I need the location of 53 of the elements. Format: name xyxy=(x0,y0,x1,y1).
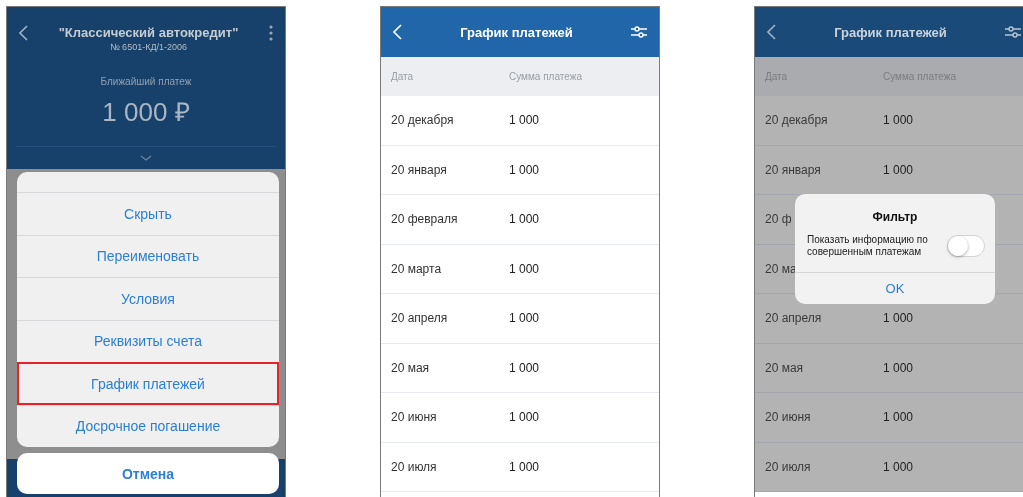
menu-item[interactable]: Скрыть xyxy=(17,192,279,235)
amount-cell: 1 000 xyxy=(509,162,540,177)
loan-title: "Классический автокредит" xyxy=(58,25,239,40)
amount-cell: 1 000 xyxy=(883,162,914,177)
date-cell-text: 20 мая xyxy=(764,360,805,375)
screen-title: График платежей xyxy=(833,24,948,40)
date-cell-text: 20 января xyxy=(764,162,822,177)
amount-cell: 1 000 xyxy=(883,410,914,425)
ok-button[interactable]: OK xyxy=(795,272,995,304)
date-cell-text: 20 июля xyxy=(390,459,438,474)
amount-cell: 1 000 xyxy=(509,360,540,375)
date-cell-text: 20 июня xyxy=(764,410,812,425)
back-icon[interactable] xyxy=(767,24,776,40)
cancel-button[interactable]: Отмена xyxy=(17,453,279,494)
loan-number: № 6501-КД/1-2006 xyxy=(109,42,187,52)
menu-item[interactable]: Условия xyxy=(17,277,279,320)
amount-cell: 1 000 xyxy=(509,459,540,474)
column-header: Сумма платежа xyxy=(509,71,582,82)
date-cell-text: 20 марта xyxy=(390,261,443,276)
next-payment-amount: 1 000 ₽ xyxy=(102,96,190,129)
next-payment-label: Ближайший платеж xyxy=(100,76,192,87)
amount-cell: 1 000 xyxy=(509,311,540,326)
settings-icon[interactable] xyxy=(1005,25,1021,39)
back-icon[interactable] xyxy=(19,25,28,41)
amount-cell: 1 000 xyxy=(883,311,914,326)
date-cell-text: 20 мая xyxy=(390,360,431,375)
menu-item[interactable]: Переименовать xyxy=(17,234,279,277)
amount-cell: 1 000 xyxy=(883,360,914,375)
date-cell-text: 20 апреля xyxy=(390,311,449,326)
date-cell-text: 20 июля xyxy=(764,459,812,474)
menu-item[interactable]: График платежей xyxy=(17,362,279,405)
amount-cell: 1 000 xyxy=(883,459,914,474)
date-cell-text: 20 апреля xyxy=(764,311,823,326)
date-cell-text: 20 июня xyxy=(390,410,438,425)
date-cell-text: 20 января xyxy=(390,162,448,177)
amount-cell: 1 000 xyxy=(509,261,540,276)
amount-cell: 1 000 xyxy=(509,410,540,425)
menu-item[interactable]: Досрочное погашение xyxy=(17,404,279,447)
menu-item[interactable]: Реквизиты счета xyxy=(17,319,279,362)
toggle-switch[interactable] xyxy=(947,235,985,257)
amount-cell: 1 000 xyxy=(509,113,540,128)
dialog-title: Фильтр xyxy=(871,209,919,224)
amount-cell: 1 000 xyxy=(509,212,540,227)
date-cell-text: 20 февраля xyxy=(390,212,459,227)
amount-cell: 1 000 xyxy=(883,113,914,128)
date-cell-text: 20 декабря xyxy=(390,113,455,128)
screen-title: График платежей xyxy=(459,24,574,40)
settings-icon[interactable] xyxy=(631,25,647,39)
date-cell-text: 20 декабря xyxy=(764,113,829,128)
chevron-down-icon[interactable] xyxy=(140,155,152,161)
toggle-label: Показать информацию по совершенным платежам xyxy=(807,234,929,258)
more-icon[interactable] xyxy=(269,25,273,41)
column-header: Дата xyxy=(390,71,415,82)
